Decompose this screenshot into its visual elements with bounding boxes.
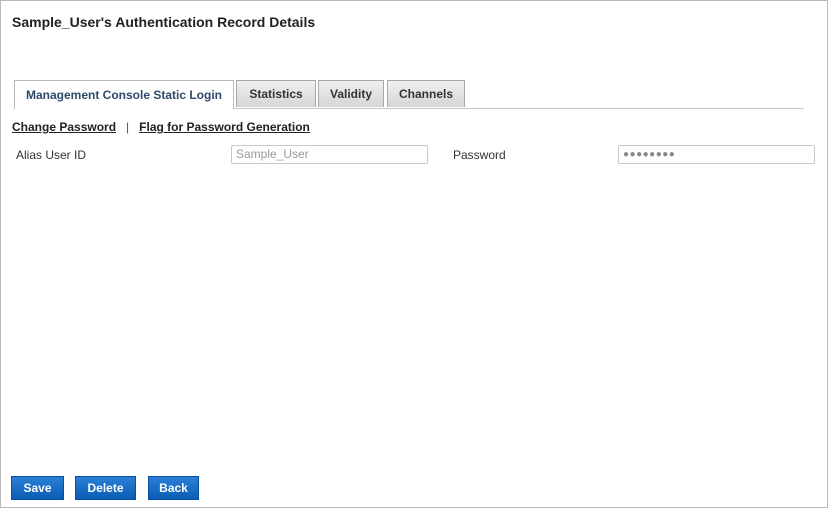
password-field[interactable]: ●●●●●●●● xyxy=(618,145,815,164)
link-separator: | xyxy=(126,120,130,134)
save-button[interactable]: Save xyxy=(11,476,64,500)
tab-channels[interactable]: Channels xyxy=(387,80,465,107)
tab-management-console-static-login[interactable]: Management Console Static Login xyxy=(14,80,234,109)
delete-button[interactable]: Delete xyxy=(75,476,136,500)
page-title: Sample_User's Authentication Record Deta… xyxy=(12,14,316,30)
password-label: Password xyxy=(453,148,506,162)
alias-user-id-field[interactable]: Sample_User xyxy=(231,145,428,164)
change-password-link[interactable]: Change Password xyxy=(12,120,116,134)
action-links: Change Password | Flag for Password Gene… xyxy=(12,120,310,134)
alias-user-id-label: Alias User ID xyxy=(16,148,87,162)
back-button[interactable]: Back xyxy=(148,476,199,500)
flag-password-generation-link[interactable]: Flag for Password Generation xyxy=(139,120,310,134)
tab-validity[interactable]: Validity xyxy=(318,80,384,107)
content-panel: Sample_User's Authentication Record Deta… xyxy=(0,0,828,508)
tab-bar: Management Console Static Login Statisti… xyxy=(14,80,804,109)
tab-statistics[interactable]: Statistics xyxy=(236,80,316,107)
